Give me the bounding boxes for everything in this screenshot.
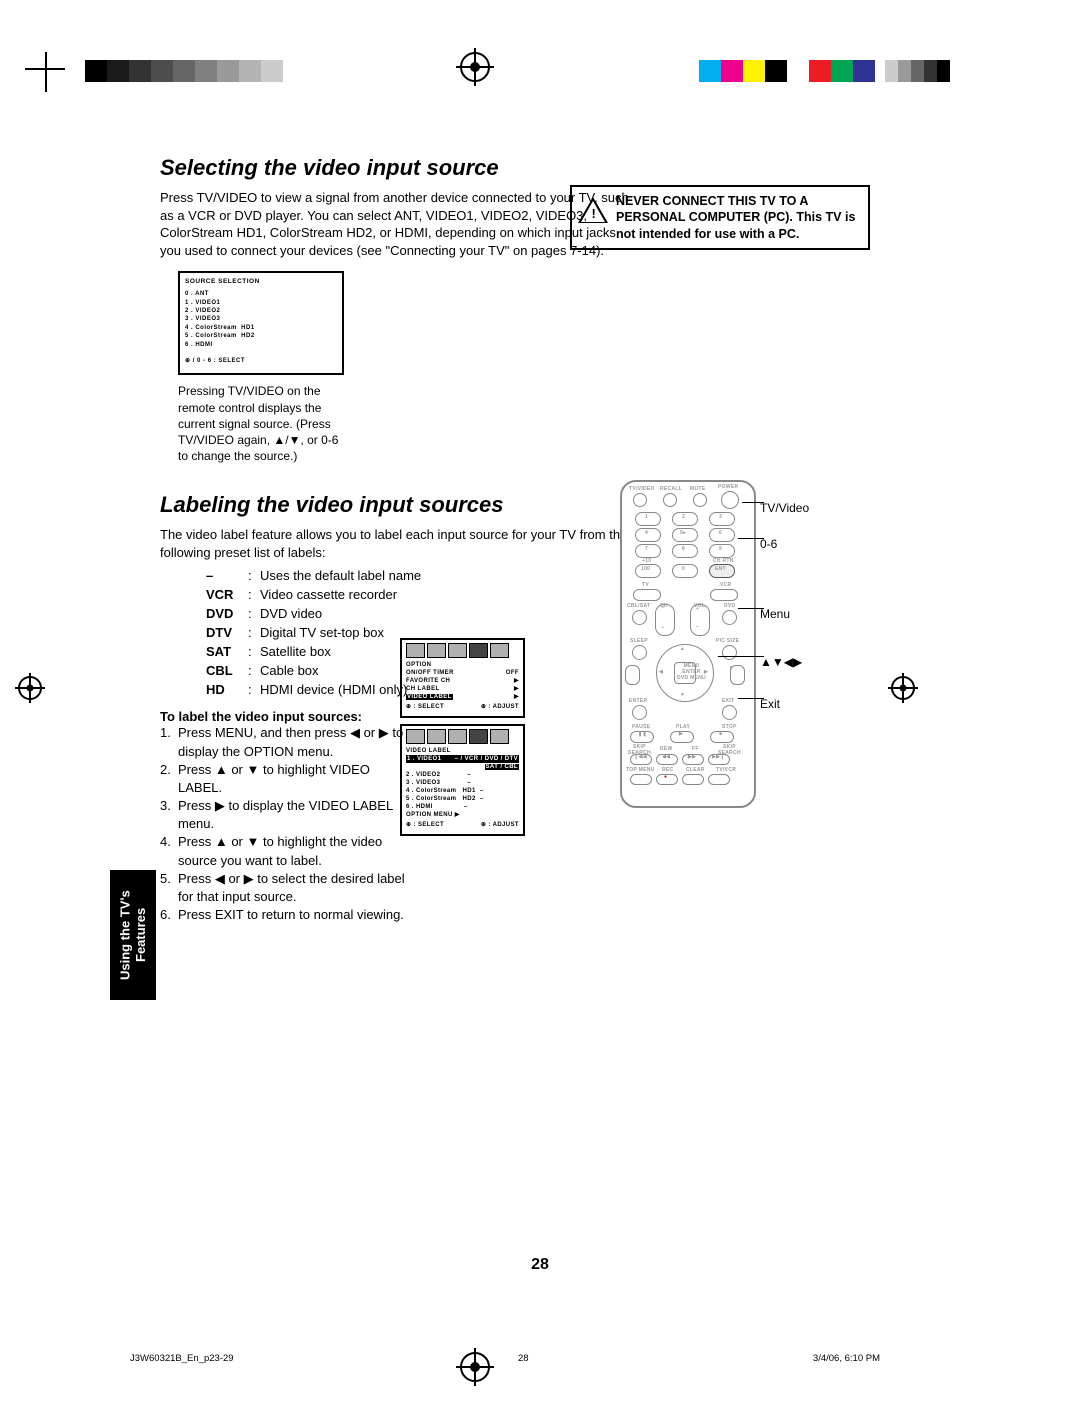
osd-option-menu: OPTION ON/OFF TIMEROFFFAVORITE CH▶CH LAB… — [400, 638, 525, 718]
osd-title: SOURCE SELECTION — [185, 277, 337, 286]
footer-page: 28 — [518, 1353, 529, 1364]
crop-mark — [45, 52, 67, 92]
osd2b-hl-right2: SAT / CBL — [485, 764, 520, 770]
remote-label-tvvideo: TV/Video — [760, 502, 809, 514]
osd-video-label: VIDEO LABEL 1 . VIDEO1– / VCR / DVD / DT… — [400, 724, 525, 836]
gray-ramp — [85, 60, 305, 82]
footer-file: J3W60321B_En_p23-29 — [130, 1353, 234, 1364]
osd2b-option-menu: OPTION MENU ▶ — [406, 811, 519, 819]
osd2b-footer-right: ⊕ : ADJUST — [481, 821, 519, 829]
registration-mark-top — [460, 52, 490, 82]
osd2b-hl-right: – / VCR / DVD / DTV — [442, 755, 519, 763]
osd2-title: OPTION — [406, 661, 519, 669]
section-body-selecting: Press TV/VIDEO to view a signal from ano… — [160, 189, 630, 259]
color-bar — [699, 60, 875, 82]
remote-label-menu: Menu — [760, 608, 790, 620]
registration-mark-left — [18, 676, 42, 700]
remote-label-arrows: ▲▼◀▶ — [760, 656, 802, 668]
footer-date: 3/4/06, 6:10 PM — [813, 1353, 880, 1364]
osd2-highlight: VIDEO LABEL — [406, 694, 453, 700]
osd-source-selection: SOURCE SELECTION 0 . ANT1 . VIDEO12 . VI… — [178, 271, 344, 375]
osd2-footer-right: ⊕ : ADJUST — [481, 703, 519, 711]
osd2b-title: VIDEO LABEL — [406, 747, 519, 755]
remote-label-exit: Exit — [760, 698, 780, 710]
gray-bar-dup — [885, 60, 950, 82]
remote-label-0-6: 0-6 — [760, 538, 777, 550]
osd2b-footer-left: ⊕ : SELECT — [406, 821, 444, 829]
chapter-tab: Using the TV'sFeatures — [110, 870, 156, 1000]
osd-rows: 0 . ANT1 . VIDEO12 . VIDEO23 . VIDEO34 .… — [185, 290, 337, 349]
osd2b-hl-left: 1 . VIDEO1 — [406, 755, 442, 763]
osd-footer: ⊕ / 0 - 6 : SELECT — [185, 357, 245, 365]
section-intro-labeling: The video label feature allows you to la… — [160, 526, 630, 561]
remote-illustration: TV/VIDEO RECALL MUTE POWER 1 2 3 4 5▸ 6 … — [620, 480, 760, 810]
print-footer: J3W60321B_En_p23-29 28 3/4/06, 6:10 PM — [130, 1353, 880, 1364]
osd2-highlight-arrow: ▶ — [514, 693, 519, 701]
registration-mark-right — [891, 676, 915, 700]
osd-caption: Pressing TV/VIDEO on the remote control … — [178, 383, 348, 464]
section-title-selecting: Selecting the video input source — [160, 155, 880, 181]
page-number: 28 — [531, 1256, 549, 1274]
osd2-footer-left: ⊕ : SELECT — [406, 703, 444, 711]
